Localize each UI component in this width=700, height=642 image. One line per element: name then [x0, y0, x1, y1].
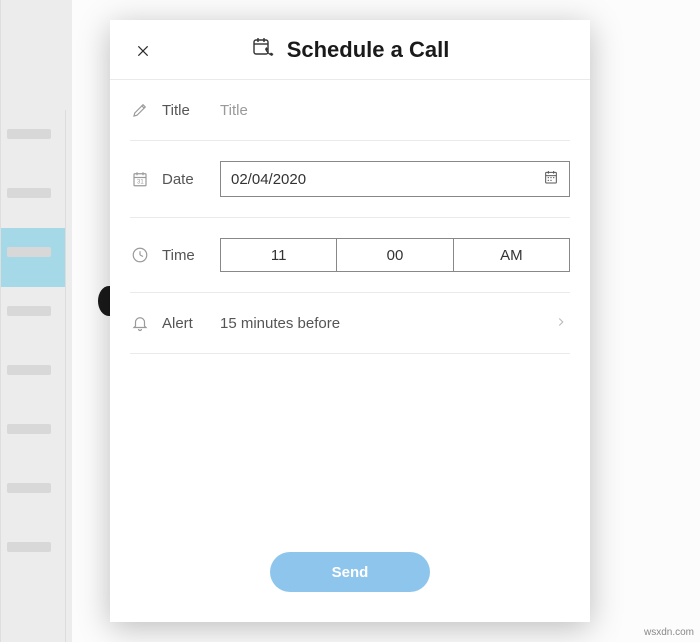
sidebar-item[interactable] — [1, 464, 65, 523]
pencil-icon — [130, 100, 150, 120]
schedule-call-icon — [251, 35, 275, 64]
sidebar-item[interactable] — [1, 169, 65, 228]
sidebar-item[interactable] — [1, 346, 65, 405]
date-input[interactable]: 02/04/2020 — [220, 161, 570, 197]
date-value: 02/04/2020 — [231, 171, 306, 188]
time-period-select[interactable]: AM — [454, 239, 569, 271]
chevron-right-icon — [554, 315, 570, 331]
title-input[interactable] — [220, 102, 570, 119]
close-icon — [135, 43, 151, 59]
bell-icon — [130, 313, 150, 333]
sidebar-list — [1, 110, 66, 642]
schedule-call-modal: Schedule a Call Title 31 Date — [110, 20, 590, 622]
time-label: Time — [162, 247, 195, 264]
calendar-icon: 31 — [130, 169, 150, 189]
close-button[interactable] — [132, 40, 154, 62]
sidebar-item[interactable] — [1, 228, 65, 287]
spacer — [130, 354, 570, 532]
modal-title: Schedule a Call — [287, 37, 450, 63]
date-label: Date — [162, 171, 194, 188]
alert-row[interactable]: Alert 15 minutes before — [130, 293, 570, 354]
sidebar-item[interactable] — [1, 405, 65, 464]
title-row: Title — [130, 80, 570, 141]
time-hour-select[interactable]: 11 — [221, 239, 337, 271]
time-row: Time 11 00 AM — [130, 218, 570, 293]
clock-icon — [130, 245, 150, 265]
time-minute-select[interactable]: 00 — [337, 239, 453, 271]
sidebar-item[interactable] — [1, 110, 65, 169]
send-button[interactable]: Send — [270, 552, 430, 592]
calendar-picker-icon[interactable] — [543, 169, 559, 189]
alert-value: 15 minutes before — [220, 315, 340, 332]
sidebar-item[interactable] — [1, 523, 65, 582]
alert-label: Alert — [162, 315, 193, 332]
sidebar — [0, 0, 72, 642]
time-picker: 11 00 AM — [220, 238, 570, 272]
sidebar-item[interactable] — [1, 287, 65, 346]
modal-header: Schedule a Call — [110, 20, 590, 80]
title-label: Title — [162, 102, 190, 119]
modal-footer: Send — [130, 532, 570, 622]
watermark: wsxdn.com — [644, 627, 694, 638]
svg-text:31: 31 — [137, 180, 144, 186]
modal-body: Title 31 Date 02/04/2020 — [110, 80, 590, 622]
date-row: 31 Date 02/04/2020 — [130, 141, 570, 218]
